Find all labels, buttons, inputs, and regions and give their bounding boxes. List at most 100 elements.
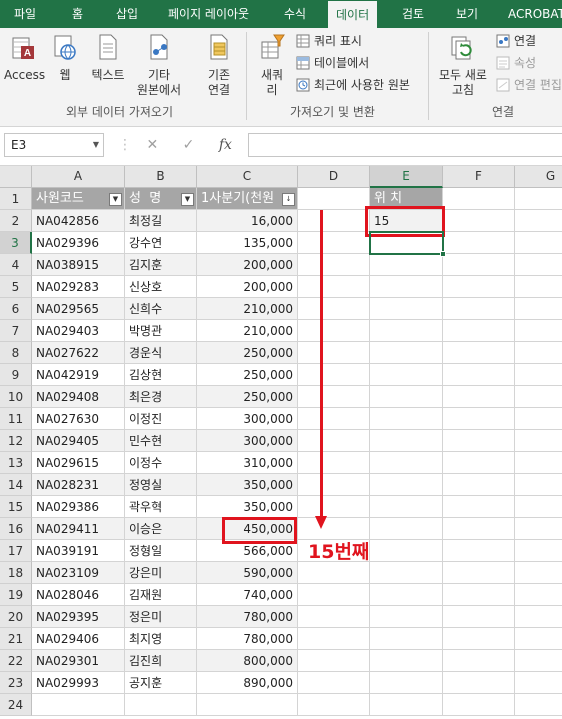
table-cell-code[interactable]: NA029396	[32, 232, 125, 254]
table-cell-name[interactable]: 정은미	[125, 606, 197, 628]
table-cell-code[interactable]: NA027622	[32, 342, 125, 364]
column-header-b[interactable]: B	[125, 166, 197, 188]
empty-cell[interactable]	[298, 386, 370, 408]
table-cell-code[interactable]: NA027630	[32, 408, 125, 430]
empty-cell[interactable]	[443, 562, 515, 584]
column-header-g[interactable]: G	[515, 166, 562, 188]
column-header-d[interactable]: D	[298, 166, 370, 188]
table-cell-code[interactable]: NA029615	[32, 452, 125, 474]
row-header[interactable]: 23	[0, 672, 32, 694]
empty-cell[interactable]	[370, 606, 443, 628]
table-cell-name[interactable]: 강은미	[125, 562, 197, 584]
empty-cell[interactable]	[443, 408, 515, 430]
tab-home[interactable]: 홈	[72, 0, 83, 28]
row-header[interactable]: 17	[0, 540, 32, 562]
empty-cell[interactable]	[298, 694, 370, 716]
table-cell-code[interactable]: NA042919	[32, 364, 125, 386]
empty-cell[interactable]	[515, 430, 562, 452]
empty-cell[interactable]	[298, 628, 370, 650]
table-cell-name[interactable]: 이정수	[125, 452, 197, 474]
empty-cell[interactable]	[298, 210, 370, 232]
table-cell-q1[interactable]: 250,000	[197, 342, 298, 364]
tab-page-layout[interactable]: 페이지 레이아웃	[168, 0, 249, 28]
empty-cell[interactable]	[298, 188, 370, 210]
web-button[interactable]: 웹	[48, 32, 82, 83]
refresh-all-button[interactable]: 모두 새로 고침	[434, 32, 492, 98]
table-cell-code[interactable]: NA023109	[32, 562, 125, 584]
empty-cell[interactable]	[370, 694, 443, 716]
worksheet-grid[interactable]: A B C D E F G 1 2 3 4 5 6 7 8 9 10 11 12 13 14 15 16 17 1…	[0, 166, 562, 719]
empty-cell[interactable]	[443, 474, 515, 496]
row-header[interactable]: 22	[0, 650, 32, 672]
table-cell-q1[interactable]: 800,000	[197, 650, 298, 672]
empty-cell[interactable]	[515, 606, 562, 628]
table-cell-code[interactable]: NA042856	[32, 210, 125, 232]
fill-handle[interactable]	[440, 251, 446, 257]
table-cell-name[interactable]: 이정진	[125, 408, 197, 430]
empty-cell[interactable]	[515, 320, 562, 342]
empty-cell[interactable]	[515, 628, 562, 650]
empty-cell[interactable]	[515, 298, 562, 320]
empty-cell[interactable]	[298, 606, 370, 628]
table-cell-q1[interactable]: 300,000	[197, 408, 298, 430]
column-header-f[interactable]: F	[443, 166, 515, 188]
table-cell-name[interactable]: 민수현	[125, 430, 197, 452]
tab-view[interactable]: 보기	[456, 0, 478, 28]
empty-cell[interactable]	[443, 342, 515, 364]
table-cell-name[interactable]: 김상현	[125, 364, 197, 386]
recent-sources-button[interactable]: 최근에 사용한 원본	[296, 76, 410, 94]
table-cell-code[interactable]: NA029406	[32, 628, 125, 650]
empty-cell[interactable]	[370, 364, 443, 386]
empty-cell[interactable]	[515, 232, 562, 254]
empty-cell[interactable]	[370, 254, 443, 276]
empty-cell[interactable]	[298, 650, 370, 672]
table-cell-code[interactable]: NA029395	[32, 606, 125, 628]
table-cell-code[interactable]: NA029408	[32, 386, 125, 408]
row-header[interactable]: 10	[0, 386, 32, 408]
existing-connections-button[interactable]: 기존 연결	[196, 32, 242, 98]
empty-cell[interactable]	[298, 496, 370, 518]
table-cell-name[interactable]: 정형일	[125, 540, 197, 562]
empty-cell[interactable]	[443, 210, 515, 232]
row-header[interactable]: 15	[0, 496, 32, 518]
table-cell-name[interactable]: 김진희	[125, 650, 197, 672]
empty-cell[interactable]	[298, 276, 370, 298]
empty-cell[interactable]	[443, 298, 515, 320]
empty-cell[interactable]	[443, 628, 515, 650]
table-cell-q1[interactable]: 780,000	[197, 628, 298, 650]
table-cell-q1[interactable]: 350,000	[197, 496, 298, 518]
table-cell-q1[interactable]: 250,000	[197, 386, 298, 408]
empty-cell[interactable]	[443, 430, 515, 452]
table-cell-q1[interactable]: 890,000	[197, 672, 298, 694]
empty-cell[interactable]	[443, 694, 515, 716]
table-cell-code[interactable]: NA029993	[32, 672, 125, 694]
empty-cell[interactable]	[298, 672, 370, 694]
empty-cell[interactable]	[370, 298, 443, 320]
empty-cell[interactable]	[370, 628, 443, 650]
row-header[interactable]: 2	[0, 210, 32, 232]
tab-review[interactable]: 검토	[402, 0, 424, 28]
empty-cell[interactable]	[515, 188, 562, 210]
table-cell-q1[interactable]: 780,000	[197, 606, 298, 628]
other-sources-button[interactable]: 기타 원본에서	[134, 32, 184, 98]
table-cell-name[interactable]: 박명관	[125, 320, 197, 342]
access-button[interactable]: A Access	[4, 32, 45, 83]
tab-file[interactable]: 파일	[14, 0, 36, 28]
empty-cell[interactable]	[443, 584, 515, 606]
empty-cell[interactable]	[370, 584, 443, 606]
table-cell-code[interactable]: NA039191	[32, 540, 125, 562]
table-cell-code[interactable]: NA029405	[32, 430, 125, 452]
tab-insert[interactable]: 삽입	[116, 0, 138, 28]
empty-cell[interactable]	[515, 254, 562, 276]
empty-cell[interactable]	[443, 254, 515, 276]
empty-cell[interactable]	[443, 518, 515, 540]
table-cell-q1[interactable]: 350,000	[197, 474, 298, 496]
table-cell-name[interactable]: 이승은	[125, 518, 197, 540]
row-header[interactable]: 19	[0, 584, 32, 606]
empty-cell[interactable]	[370, 474, 443, 496]
row-header[interactable]: 16	[0, 518, 32, 540]
empty-cell[interactable]	[298, 320, 370, 342]
empty-cell[interactable]	[443, 232, 515, 254]
empty-cell[interactable]	[443, 386, 515, 408]
tab-acrobat[interactable]: ACROBAT	[508, 0, 562, 28]
